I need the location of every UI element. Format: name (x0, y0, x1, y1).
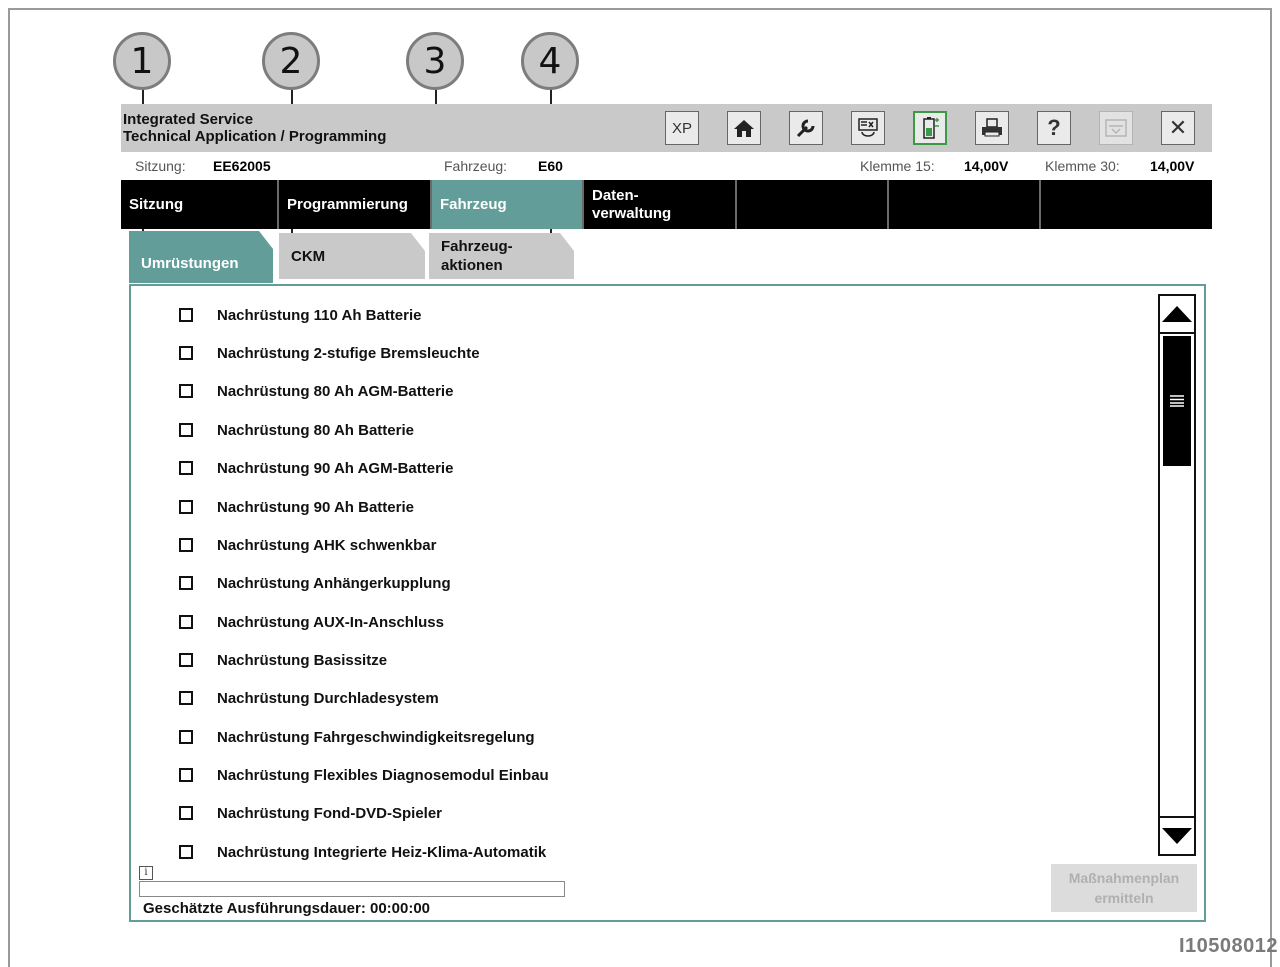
list-item[interactable]: Nachrüstung 90 Ah AGM-Batterie (179, 449, 453, 487)
list-item[interactable]: Nachrüstung Durchladesystem (179, 679, 439, 717)
home-button[interactable] (727, 111, 761, 145)
session-label: Sitzung: (135, 158, 186, 174)
checkbox[interactable] (179, 461, 193, 475)
callout-4: 4 (521, 32, 579, 90)
checkbox[interactable] (179, 768, 193, 782)
checkbox[interactable] (179, 691, 193, 705)
checkbox[interactable] (179, 346, 193, 360)
info-icon[interactable]: i (139, 866, 153, 880)
app-title: Integrated Service Technical Application… (123, 111, 387, 145)
klemme-30-label: Klemme 30: (1045, 158, 1120, 174)
help-icon: ? (1047, 115, 1061, 140)
checkbox[interactable] (179, 384, 193, 398)
checkbox[interactable] (179, 576, 193, 590)
checkbox[interactable] (179, 538, 193, 552)
callout-2: 2 (262, 32, 320, 90)
print-button[interactable] (975, 111, 1009, 145)
home-icon (734, 120, 754, 137)
main-nav: Sitzung Programmierung Fahrzeug Daten-ve… (121, 180, 1212, 229)
battery-button[interactable] (913, 111, 947, 145)
tab-fahrzeugaktionen[interactable]: Fahrzeug-aktionen (429, 233, 574, 279)
nav-datenverwaltung[interactable]: Daten-verwaltung (584, 180, 737, 229)
checkbox[interactable] (179, 730, 193, 744)
list-item[interactable]: Nachrüstung Basissitze (179, 641, 387, 679)
callout-3: 3 (406, 32, 464, 90)
nav-programmierung[interactable]: Programmierung (279, 180, 432, 229)
title-bar: Integrated Service Technical Application… (121, 104, 1212, 152)
list-item[interactable]: Nachrüstung 2-stufige Bremsleuchte (179, 334, 480, 372)
checkbox[interactable] (179, 653, 193, 667)
vehicle-label: Fahrzeug: (444, 158, 508, 174)
list-item[interactable]: Nachrüstung Fahrgeschwindigkeitsregelung (179, 718, 535, 756)
arrow-down-icon (1162, 828, 1192, 844)
list-item[interactable]: Nachrüstung AUX-In-Anschluss (179, 603, 444, 641)
checkbox[interactable] (179, 423, 193, 437)
checkbox[interactable] (179, 845, 193, 859)
minimize-button[interactable] (1099, 111, 1133, 145)
battery-icon (923, 117, 939, 139)
list-item[interactable]: Nachrüstung Anhängerkupplung (179, 564, 451, 602)
list-item[interactable]: Nachrüstung Fond-DVD-Spieler (179, 794, 442, 832)
scroll-up-button[interactable] (1160, 296, 1194, 332)
close-icon: ✕ (1168, 115, 1188, 140)
checkbox[interactable] (179, 308, 193, 322)
nav-empty-1 (737, 180, 889, 229)
klemme-15-value: 14,00V (964, 158, 1009, 174)
callout-1: 1 (113, 32, 171, 90)
klemme-30-value: 14,00V (1150, 158, 1195, 174)
xp-button[interactable]: XP (665, 111, 699, 145)
estimated-duration: Geschätzte Ausführungsdauer: 00:00:00 (143, 900, 431, 917)
flash-icon (858, 118, 878, 137)
scroll-down-button[interactable] (1160, 818, 1194, 854)
action-plan-button[interactable]: Maßnahmenplan ermitteln (1051, 864, 1197, 912)
nav-sitzung[interactable]: Sitzung (121, 180, 279, 229)
service-button[interactable] (789, 111, 823, 145)
flash-button[interactable] (851, 111, 885, 145)
printer-icon (982, 118, 1002, 137)
document-id: I10508012 (1178, 935, 1278, 957)
wrench-icon (796, 119, 815, 138)
retrofit-list: Nachrüstung 110 Ah Batterie Nachrüstung … (131, 286, 1151, 860)
klemme-15-label: Klemme 15: (860, 158, 935, 174)
progress-bar (139, 881, 565, 897)
retrofit-panel: Nachrüstung 110 Ah Batterie Nachrüstung … (129, 284, 1206, 922)
scroll-thumb[interactable] (1163, 336, 1191, 466)
list-item[interactable]: Nachrüstung Integrierte Heiz-Klima-Autom… (179, 833, 546, 860)
tab-umruestungen[interactable]: Umrüstungen (129, 231, 273, 283)
help-button[interactable]: ? (1037, 111, 1071, 145)
session-value: EE62005 (213, 158, 271, 174)
minimize-icon (1105, 119, 1127, 137)
nav-empty-3 (1041, 180, 1212, 229)
checkbox[interactable] (179, 500, 193, 514)
nav-fahrzeug[interactable]: Fahrzeug (432, 180, 584, 229)
vehicle-value: E60 (538, 158, 563, 174)
list-item[interactable]: Nachrüstung Flexibles Diagnosemodul Einb… (179, 756, 549, 794)
arrow-up-icon (1162, 306, 1192, 322)
list-item[interactable]: Nachrüstung 80 Ah Batterie (179, 411, 414, 449)
nav-empty-2 (889, 180, 1041, 229)
tab-ckm[interactable]: CKM (279, 233, 425, 279)
grip-icon (1170, 395, 1184, 407)
close-button[interactable]: ✕ (1161, 111, 1195, 145)
scroll-track[interactable] (1160, 332, 1194, 818)
status-info-bar: Sitzung: EE62005 Fahrzeug: E60 Klemme 15… (121, 152, 1212, 180)
list-item[interactable]: Nachrüstung 80 Ah AGM-Batterie (179, 372, 453, 410)
list-item[interactable]: Nachrüstung 110 Ah Batterie (179, 296, 422, 334)
ista-window: Integrated Service Technical Application… (121, 104, 1212, 922)
list-item[interactable]: Nachrüstung 90 Ah Batterie (179, 488, 414, 526)
list-item[interactable]: Nachrüstung AHK schwenkbar (179, 526, 437, 564)
checkbox[interactable] (179, 615, 193, 629)
checkbox[interactable] (179, 806, 193, 820)
sub-tabs: Umrüstungen CKM Fahrzeug-aktionen (121, 231, 1212, 283)
vertical-scrollbar[interactable] (1158, 294, 1196, 856)
